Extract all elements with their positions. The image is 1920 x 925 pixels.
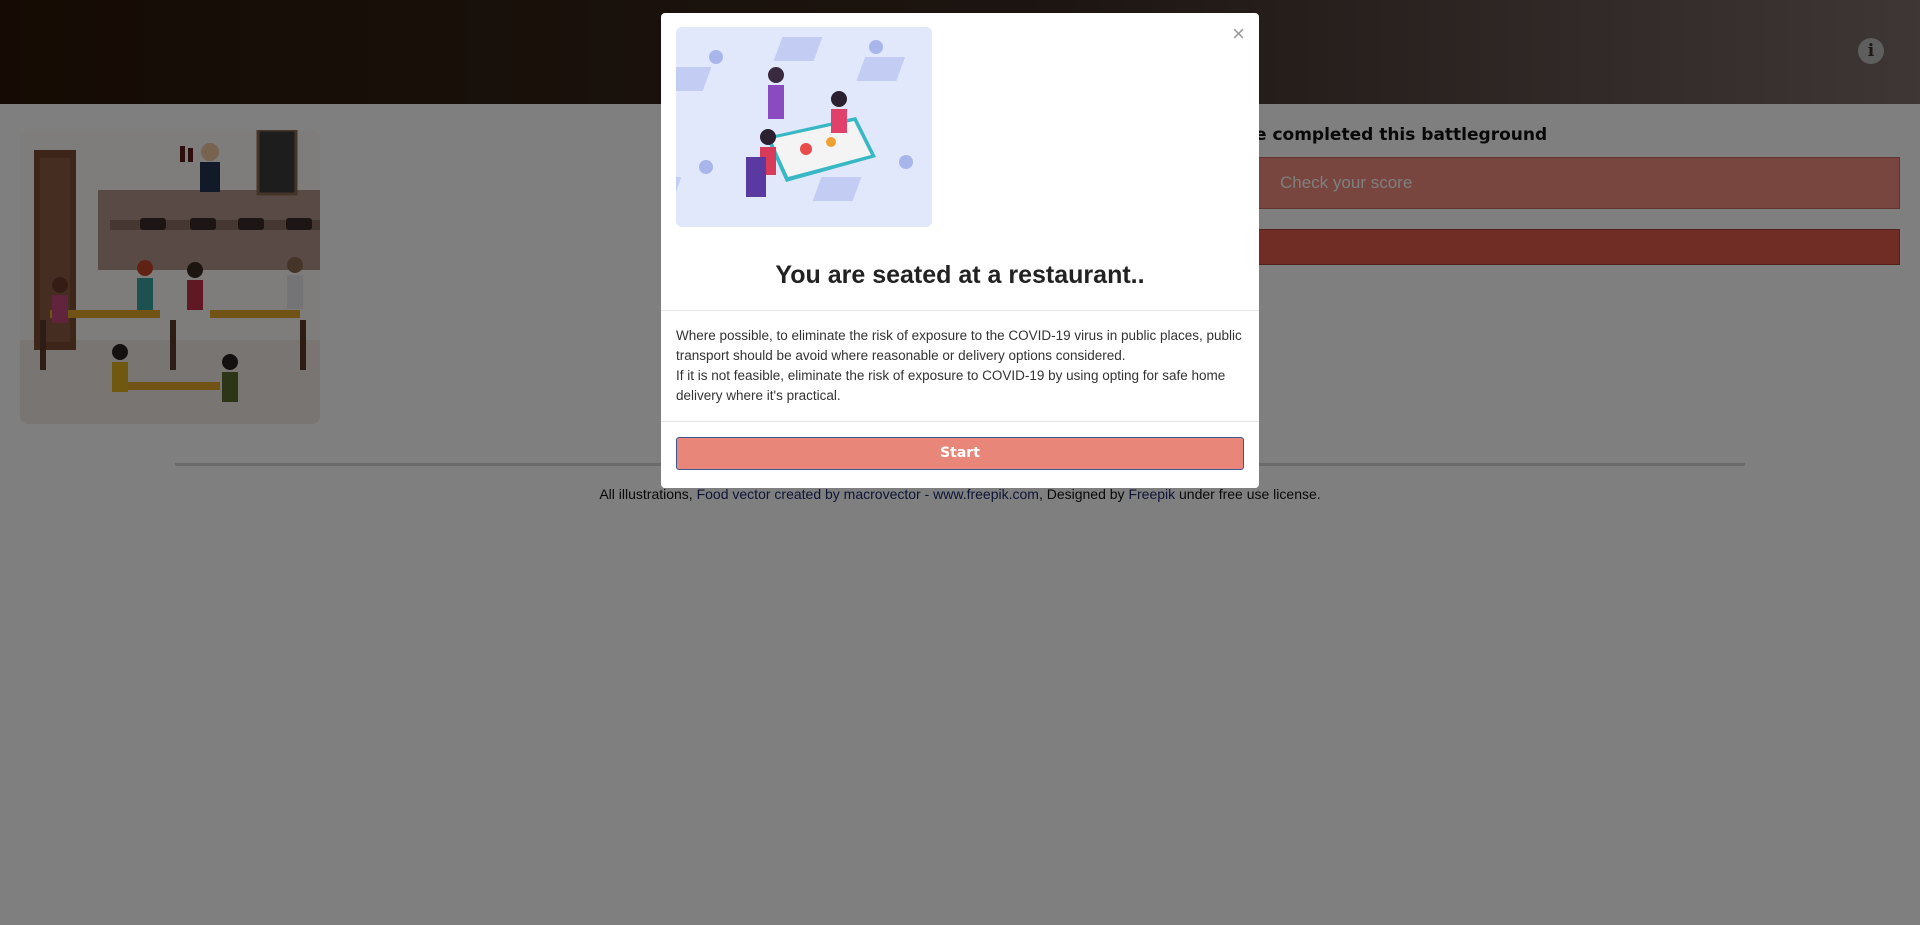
restaurant-scene-illustration <box>676 27 932 227</box>
start-button[interactable]: Start <box>676 437 1244 470</box>
modal-body-paragraph-1: Where possible, to eliminate the risk of… <box>676 328 1242 363</box>
modal-divider-bottom <box>661 421 1259 422</box>
close-icon[interactable]: × <box>1232 23 1245 45</box>
modal-body-paragraph-2: If it is not feasible, eliminate the ris… <box>676 368 1226 403</box>
modal-body: Where possible, to eliminate the risk of… <box>676 326 1246 406</box>
modal-divider-top <box>661 310 1259 311</box>
intro-modal: × You are seated at a restaurant.. Where… <box>661 13 1259 488</box>
modal-title: You are seated at a restaurant.. <box>775 261 1145 289</box>
